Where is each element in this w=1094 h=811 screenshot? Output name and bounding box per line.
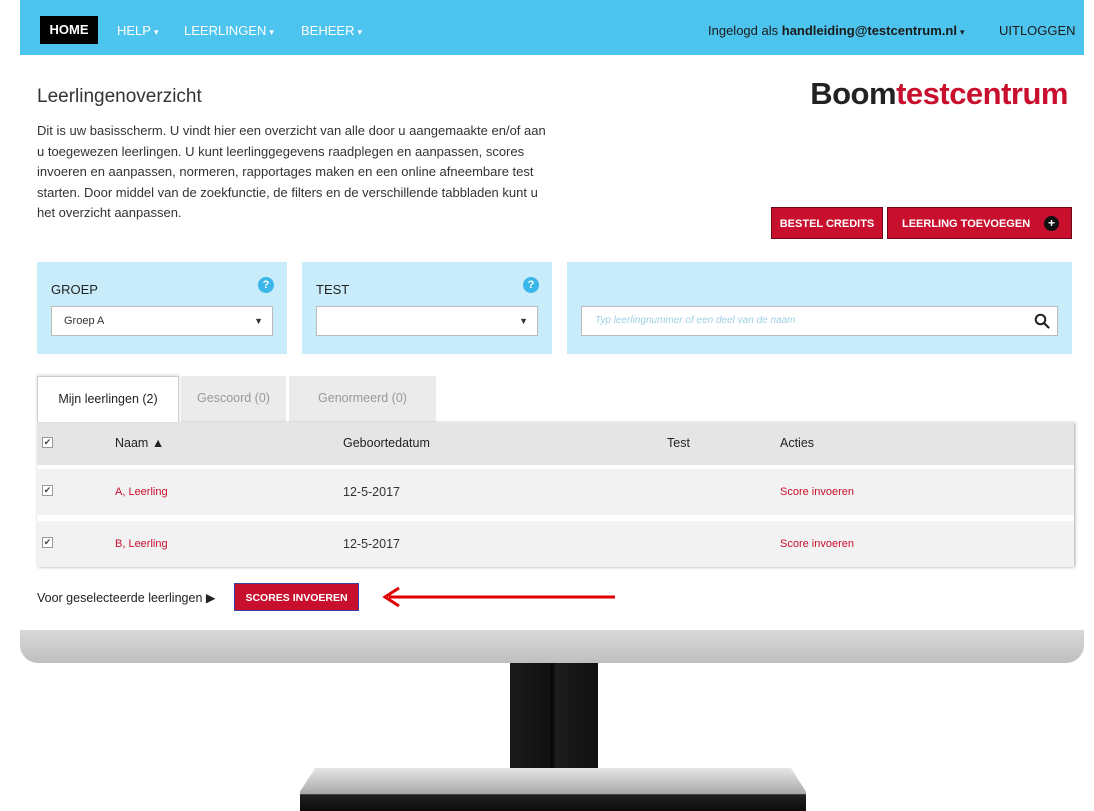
groep-label: GROEP xyxy=(51,282,98,297)
chevron-down-icon: ▾ xyxy=(959,27,965,37)
monitor-bezel xyxy=(20,630,1084,663)
logged-in-prefix: Ingelogd als xyxy=(708,23,779,38)
header-naam[interactable]: Naam ▲ xyxy=(115,422,164,465)
score-invoeren-link[interactable]: Score invoeren xyxy=(780,521,854,567)
intro-text: Dit is uw basisscherm. U vindt hier een … xyxy=(37,123,546,220)
chevron-down-icon: ▾ xyxy=(357,27,362,37)
groep-select[interactable]: Groep A ▼ xyxy=(51,306,273,336)
table-header: ✔ Naam ▲ Geboortedatum Test Acties xyxy=(37,422,1074,465)
app-screen: HOME HELP ▾ LEERLINGEN ▾ BEHEER ▾ Ingelogd … xyxy=(20,0,1084,630)
row-checkbox[interactable]: ✔ xyxy=(42,537,53,548)
nav-help[interactable]: HELP ▾ xyxy=(117,20,159,42)
test-label: TEST xyxy=(316,282,350,297)
student-birthdate: 12-5-2017 xyxy=(343,485,400,499)
bulk-action-label: Voor geselecteerde leerlingen ▶ xyxy=(37,591,216,605)
tab-gescoord[interactable]: Gescoord (0) xyxy=(181,376,286,422)
brand-logo: Boomtestcentrum xyxy=(810,76,1068,112)
dropdown-arrow-icon: ▼ xyxy=(254,316,263,326)
chevron-down-icon: ▾ xyxy=(153,27,159,37)
nav-help-label: HELP xyxy=(117,23,151,38)
score-invoeren-link[interactable]: Score invoeren xyxy=(780,469,854,515)
leerling-toevoegen-button[interactable]: LEERLING TOEVOEGEN + xyxy=(887,207,1072,239)
students-table: ✔ Naam ▲ Geboortedatum Test Acties ✔ A, … xyxy=(37,422,1074,567)
search-panel: Typ leerlingnummer of een deel van de na… xyxy=(567,262,1072,354)
select-all-checkbox[interactable]: ✔ xyxy=(42,437,53,448)
test-select[interactable]: ▼ xyxy=(316,306,538,336)
student-name-link[interactable]: A, Leerling xyxy=(115,469,168,515)
groep-select-value: Groep A xyxy=(64,315,105,327)
page-title: Leerlingenoverzicht xyxy=(37,86,202,107)
top-navbar: HOME HELP ▾ LEERLINGEN ▾ BEHEER ▾ Ingelogd … xyxy=(20,0,1084,55)
search-input[interactable]: Typ leerlingnummer of een deel van de na… xyxy=(581,306,1058,336)
brand-part1: Boom xyxy=(810,76,897,111)
user-email: handleiding@testcentrum.nl xyxy=(781,23,957,38)
monitor-stand-base xyxy=(300,768,806,811)
tab-genormeerd[interactable]: Genormeerd (0) xyxy=(289,376,436,422)
table-row: ✔ A, Leerling 12-5-2017 Score invoeren xyxy=(37,468,1074,515)
header-geboortedatum: Geboortedatum xyxy=(343,436,430,450)
bestel-credits-button[interactable]: BESTEL CREDITS xyxy=(771,207,883,239)
test-filter-panel: TEST ? ▼ xyxy=(302,262,552,354)
search-icon[interactable] xyxy=(1034,313,1050,329)
header-acties: Acties xyxy=(780,436,815,450)
tab-mijn-leerlingen[interactable]: Mijn leerlingen (2) xyxy=(37,376,179,422)
student-name-link[interactable]: B, Leerling xyxy=(115,521,168,567)
nav-leerlingen[interactable]: LEERLINGEN ▾ xyxy=(184,20,274,42)
groep-filter-panel: GROEP ? Groep A ▼ xyxy=(37,262,287,354)
leerling-toevoegen-label: LEERLING TOEVOEGEN xyxy=(902,218,1031,230)
nav-beheer-label: BEHEER xyxy=(301,23,355,38)
nav-home[interactable]: HOME xyxy=(40,16,98,44)
scores-invoeren-button[interactable]: SCORES INVOEREN xyxy=(234,583,359,611)
dropdown-arrow-icon: ▼ xyxy=(519,316,528,326)
logout-link[interactable]: UITLOGGEN xyxy=(999,20,1076,42)
help-icon[interactable]: ? xyxy=(258,277,274,293)
user-menu[interactable]: Ingelogd als handleiding@testcentrum.nl ▾ xyxy=(708,20,964,42)
row-checkbox[interactable]: ✔ xyxy=(42,485,53,496)
help-icon[interactable]: ? xyxy=(523,277,539,293)
monitor-stand-neck xyxy=(510,663,598,771)
header-test: Test xyxy=(667,436,690,450)
plus-icon: + xyxy=(1044,216,1059,231)
annotation-arrow-icon xyxy=(382,586,615,608)
nav-beheer[interactable]: BEHEER ▾ xyxy=(301,20,362,42)
brand-part2: testcentrum xyxy=(896,76,1068,111)
student-birthdate: 12-5-2017 xyxy=(343,537,400,551)
nav-leerlingen-label: LEERLINGEN xyxy=(184,23,267,38)
chevron-down-icon: ▾ xyxy=(269,27,274,37)
search-placeholder: Typ leerlingnummer of een deel van de na… xyxy=(595,315,796,326)
table-row: ✔ B, Leerling 12-5-2017 Score invoeren xyxy=(37,520,1074,567)
